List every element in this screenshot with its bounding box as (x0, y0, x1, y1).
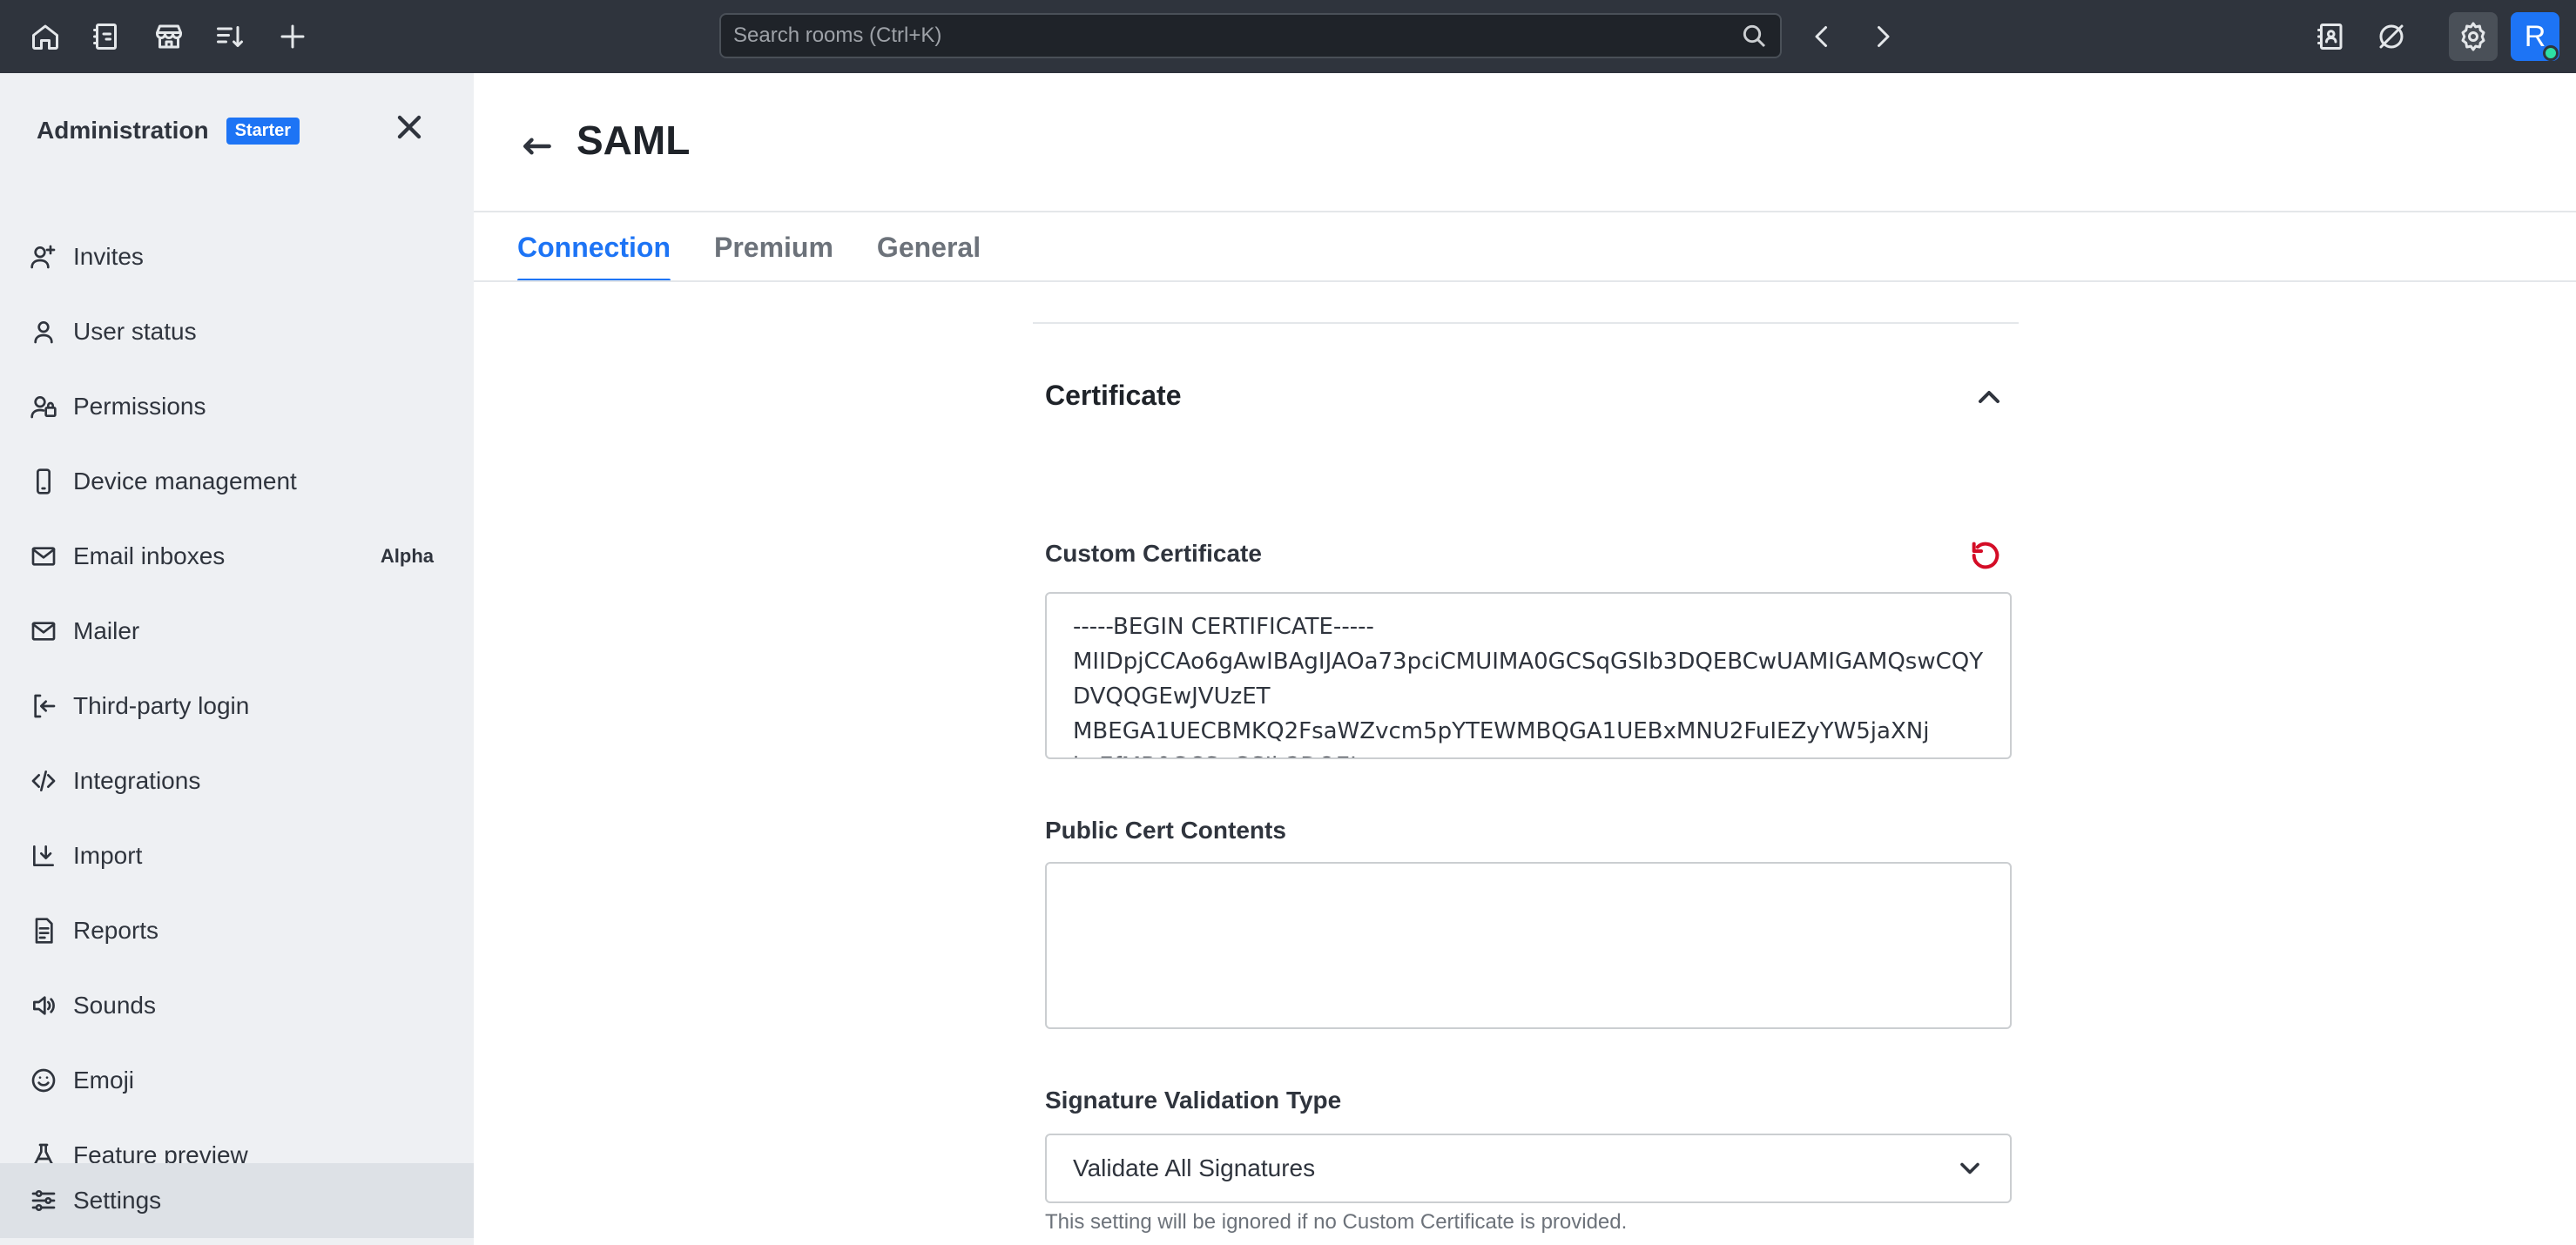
close-icon (397, 115, 421, 139)
sidebar-item-reports[interactable]: Reports (0, 893, 474, 968)
sidebar-item-label: User status (73, 318, 197, 345)
administration-icon[interactable] (2449, 12, 2498, 61)
marketplace-icon[interactable] (148, 16, 190, 57)
contact-icon[interactable] (2310, 16, 2351, 57)
plan-badge: Starter (226, 117, 300, 145)
alpha-tag: Alpha (380, 545, 434, 567)
online-status-indicator (2543, 45, 2559, 61)
sidebar-header: Administration Starter (37, 111, 300, 150)
sidebar-item-label: Settings (73, 1187, 162, 1214)
arrow-back-icon (523, 138, 551, 155)
signature-validation-select[interactable]: Validate All Signatures (1045, 1134, 2012, 1203)
sidebar-item-label: Import (73, 842, 143, 869)
sidebar-item-label: Permissions (73, 393, 206, 420)
directory-icon[interactable] (85, 16, 127, 57)
sidebar-item-permissions[interactable]: Permissions (0, 369, 474, 444)
sidebar-item-device-management[interactable]: Device management (0, 444, 474, 519)
sidebar-item-label: Device management (73, 468, 297, 495)
sidebar-item-import[interactable]: Import (0, 818, 474, 893)
home-icon[interactable] (24, 16, 66, 57)
volume-icon (28, 990, 59, 1021)
history-forward-icon[interactable] (1862, 16, 1904, 57)
search-bar[interactable] (719, 13, 1782, 58)
chevron-up-icon (1979, 391, 1999, 403)
tabs: Connection Premium General (517, 212, 1024, 282)
sidebar-item-third-party-login[interactable]: Third-party login (0, 669, 474, 744)
invite-user-icon (28, 241, 59, 273)
sort-icon[interactable] (209, 16, 251, 57)
mail-icon (28, 616, 59, 647)
public-cert-textarea[interactable] (1045, 862, 2012, 1029)
top-navbar: R (0, 0, 2576, 73)
import-icon (28, 840, 59, 872)
public-cert-label: Public Cert Contents (1045, 817, 1286, 844)
sidebar-item-sounds[interactable]: Sounds (0, 968, 474, 1043)
sidebar-item-label: Integrations (73, 767, 201, 794)
sidebar-item-label: Invites (73, 243, 144, 270)
collapse-section-button[interactable] (1972, 380, 2006, 414)
sidebar-item-label: Mailer (73, 617, 140, 644)
field-hint: This setting will be ignored if no Custo… (1045, 1210, 1628, 1234)
tabs-divider (474, 280, 2576, 282)
search-icon (1740, 22, 1768, 50)
create-new-icon[interactable] (272, 16, 314, 57)
main-content: SAML Connection Premium General Certific… (474, 73, 2576, 1245)
sidebar-item-emoji[interactable]: Emoji (0, 1043, 474, 1118)
sidebar-item-mailer[interactable]: Mailer (0, 594, 474, 669)
sidebar-item-settings[interactable]: Settings (0, 1163, 474, 1238)
section-divider (1033, 322, 2019, 324)
tab-general[interactable]: General (877, 212, 981, 282)
emoji-icon (28, 1065, 59, 1096)
sidebar-item-label: Reports (73, 917, 159, 944)
user-icon (28, 316, 59, 347)
sidebar-item-label: Email inboxes (73, 542, 226, 569)
sidebar-item-invites[interactable]: Invites (0, 219, 474, 294)
back-button[interactable] (517, 127, 556, 165)
sidebar-item-email-inboxes[interactable]: Email inboxes Alpha (0, 519, 474, 594)
reset-button[interactable] (1968, 538, 2003, 573)
mail-icon (28, 541, 59, 572)
user-lock-icon (28, 391, 59, 422)
custom-certificate-label: Custom Certificate (1045, 540, 1262, 567)
reset-icon (1972, 542, 1999, 569)
status-icon[interactable] (2370, 16, 2412, 57)
tab-connection[interactable]: Connection (517, 212, 671, 282)
tab-premium[interactable]: Premium (714, 212, 833, 282)
close-sidebar-button[interactable] (390, 108, 428, 146)
sidebar-item-label: Sounds (73, 992, 156, 1019)
sidebar-item-label: Third-party login (73, 692, 250, 719)
sidebar-item-integrations[interactable]: Integrations (0, 744, 474, 818)
signature-validation-label: Signature Validation Type (1045, 1087, 1342, 1114)
search-input[interactable] (733, 15, 1717, 57)
history-back-icon[interactable] (1801, 16, 1843, 57)
select-value: Validate All Signatures (1073, 1154, 1316, 1181)
mobile-icon (28, 466, 59, 497)
settings-sliders-icon (28, 1185, 59, 1216)
admin-sidebar: Administration Starter Invites User stat… (0, 73, 474, 1245)
sidebar-title: Administration (37, 117, 209, 144)
page-title: SAML (577, 118, 691, 163)
file-icon (28, 915, 59, 946)
sidebar-item-user-status[interactable]: User status (0, 294, 474, 369)
section-title[interactable]: Certificate (1045, 380, 1182, 412)
chevron-down-icon (1954, 1153, 1986, 1184)
code-icon (28, 765, 59, 797)
sidebar-item-label: Emoji (73, 1067, 135, 1094)
login-icon (28, 690, 59, 722)
custom-certificate-textarea[interactable]: -----BEGIN CERTIFICATE----- MIIDpjCCAo6g… (1045, 592, 2012, 759)
